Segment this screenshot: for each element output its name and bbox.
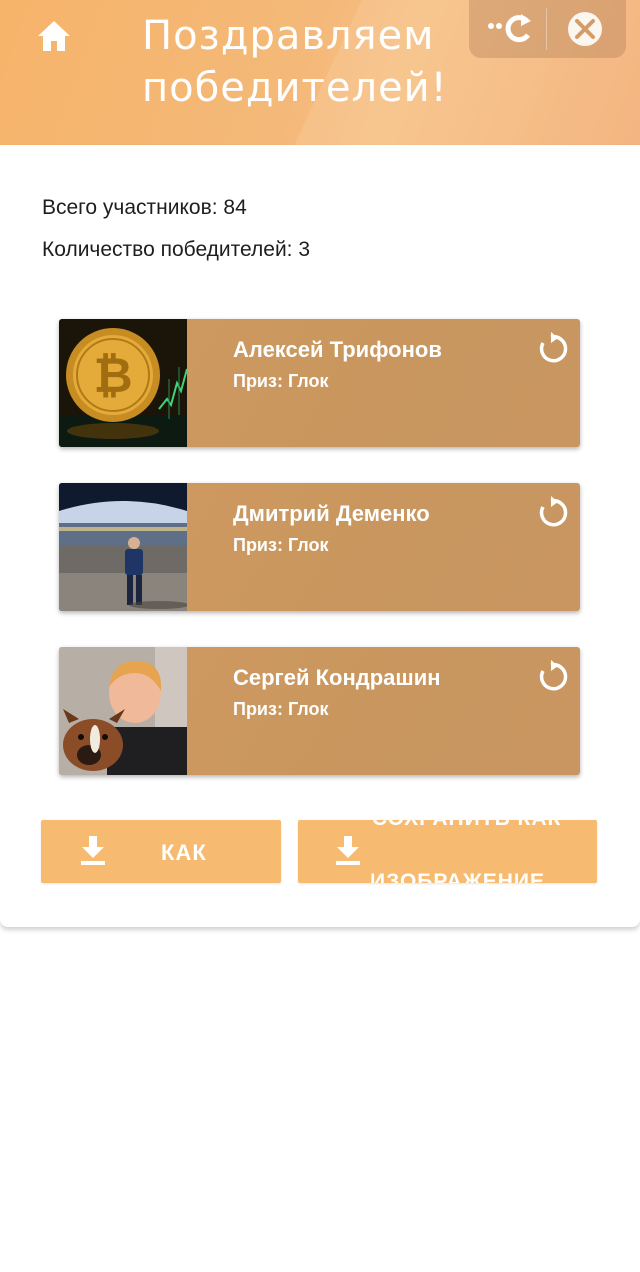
winners-count: Количество победителей: 3 xyxy=(42,238,311,261)
close-button[interactable] xyxy=(555,6,615,52)
winner-card: Сергей Кондрашин Приз: Глок xyxy=(59,647,580,775)
winner-prize: Приз: Глок xyxy=(233,699,329,719)
reroll-icon xyxy=(539,496,568,527)
download-icon xyxy=(336,836,360,865)
capsule-divider xyxy=(546,8,547,50)
save-as-image-line1: СОХРАНИТЬ КАК xyxy=(372,820,561,831)
winner-card: Дмитрий Деменко Приз: Глок xyxy=(59,483,580,611)
home-icon xyxy=(38,21,70,51)
download-icon xyxy=(81,836,105,865)
winner-avatar[interactable]: ₿ xyxy=(59,319,187,447)
winner-prize: Приз: Глок xyxy=(233,535,329,555)
page-title: Поздравляем победителей! xyxy=(142,13,448,111)
reroll-button[interactable] xyxy=(533,659,569,695)
winner-prize: Приз: Глок xyxy=(233,371,329,391)
reroll-button[interactable] xyxy=(533,495,569,531)
reload-icon xyxy=(488,14,531,43)
winner-name: Сергей Кондрашин xyxy=(233,665,441,690)
total-participants: Всего участников: 84 xyxy=(42,196,247,219)
winner-avatar[interactable] xyxy=(59,647,187,775)
winner-name: Дмитрий Деменко xyxy=(233,501,430,526)
winner-card: ₿ Алексей Трифонов Приз: Глок xyxy=(59,319,580,447)
header-bar: Поздравляем победителей! xyxy=(0,0,640,145)
winner-name: Алексей Трифонов xyxy=(233,337,442,362)
mini-app-capsule xyxy=(469,0,626,58)
reroll-icon xyxy=(539,332,568,363)
reroll-icon xyxy=(539,660,568,691)
save-as-image-line2: ИЗОБРАЖЕНИЕ xyxy=(370,870,545,883)
home-button[interactable] xyxy=(30,12,78,60)
svg-text:₿: ₿ xyxy=(93,348,132,404)
save-button-label: КАК xyxy=(161,840,207,865)
more-reload-button[interactable] xyxy=(481,6,541,52)
save-as-image-button[interactable]: СОХРАНИТЬ КАК ИЗОБРАЖЕНИЕ xyxy=(298,820,597,883)
save-button[interactable]: КАК xyxy=(41,820,281,883)
results-card: Всего участников: 84 Количество победите… xyxy=(0,145,640,927)
winner-avatar[interactable] xyxy=(59,483,187,611)
close-icon xyxy=(568,12,602,46)
reroll-button[interactable] xyxy=(533,331,569,367)
